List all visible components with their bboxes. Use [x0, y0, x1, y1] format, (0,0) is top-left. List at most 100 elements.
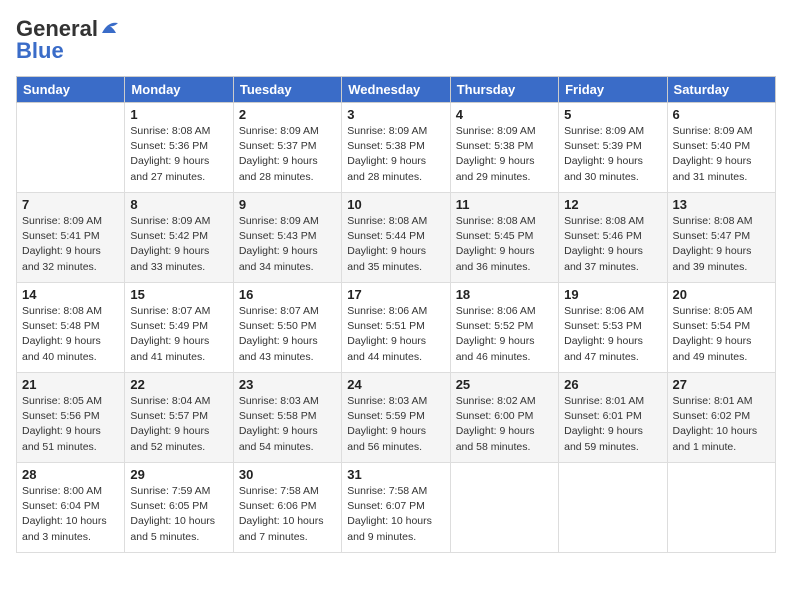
calendar-week-row: 14 Sunrise: 8:08 AMSunset: 5:48 PMDayligh… — [17, 283, 776, 373]
day-info: Sunrise: 8:09 AMSunset: 5:43 PMDaylight:… — [239, 214, 336, 275]
day-number: 4 — [456, 107, 553, 122]
logo: General Blue — [16, 16, 122, 64]
page-header: General Blue — [16, 16, 776, 64]
day-info: Sunrise: 7:58 AMSunset: 6:06 PMDaylight:… — [239, 484, 336, 545]
day-info: Sunrise: 8:07 AMSunset: 5:50 PMDaylight:… — [239, 304, 336, 365]
day-info: Sunrise: 8:09 AMSunset: 5:41 PMDaylight:… — [22, 214, 119, 275]
day-number: 25 — [456, 377, 553, 392]
day-number: 20 — [673, 287, 770, 302]
day-info: Sunrise: 8:09 AMSunset: 5:38 PMDaylight:… — [456, 124, 553, 185]
day-info: Sunrise: 8:08 AMSunset: 5:45 PMDaylight:… — [456, 214, 553, 275]
weekday-header-row: SundayMondayTuesdayWednesdayThursdayFrid… — [17, 77, 776, 103]
weekday-header-saturday: Saturday — [667, 77, 775, 103]
calendar-cell: 25 Sunrise: 8:02 AMSunset: 6:00 PMDayligh… — [450, 373, 558, 463]
calendar-cell: 18 Sunrise: 8:06 AMSunset: 5:52 PMDayligh… — [450, 283, 558, 373]
day-info: Sunrise: 8:06 AMSunset: 5:51 PMDaylight:… — [347, 304, 444, 365]
calendar-cell: 24Sunrise: 8:03 AMSunset: 5:59 PMDayligh… — [342, 373, 450, 463]
day-info: Sunrise: 8:09 AMSunset: 5:39 PMDaylight:… — [564, 124, 661, 185]
day-number: 6 — [673, 107, 770, 122]
day-info: Sunrise: 8:08 AMSunset: 5:48 PMDaylight:… — [22, 304, 119, 365]
calendar-week-row: 21 Sunrise: 8:05 AMSunset: 5:56 PMDayligh… — [17, 373, 776, 463]
weekday-header-monday: Monday — [125, 77, 233, 103]
calendar-cell: 17 Sunrise: 8:06 AMSunset: 5:51 PMDayligh… — [342, 283, 450, 373]
day-number: 7 — [22, 197, 119, 212]
day-info: Sunrise: 8:05 AMSunset: 5:56 PMDaylight:… — [22, 394, 119, 455]
day-number: 24 — [347, 377, 444, 392]
day-number: 17 — [347, 287, 444, 302]
day-number: 18 — [456, 287, 553, 302]
day-info: Sunrise: 8:03 AMSunset: 5:58 PMDaylight:… — [239, 394, 336, 455]
calendar-cell: 11 Sunrise: 8:08 AMSunset: 5:45 PMDayligh… — [450, 193, 558, 283]
calendar-week-row: 1 Sunrise: 8:08 AMSunset: 5:36 PMDaylight… — [17, 103, 776, 193]
day-number: 16 — [239, 287, 336, 302]
day-number: 29 — [130, 467, 227, 482]
day-info: Sunrise: 8:08 AMSunset: 5:36 PMDaylight:… — [130, 124, 227, 185]
calendar-table: SundayMondayTuesdayWednesdayThursdayFrid… — [16, 76, 776, 553]
day-number: 2 — [239, 107, 336, 122]
day-info: Sunrise: 8:02 AMSunset: 6:00 PMDaylight:… — [456, 394, 553, 455]
calendar-cell: 10Sunrise: 8:08 AMSunset: 5:44 PMDayligh… — [342, 193, 450, 283]
calendar-cell — [667, 463, 775, 553]
day-number: 21 — [22, 377, 119, 392]
day-info: Sunrise: 8:09 AMSunset: 5:38 PMDaylight:… — [347, 124, 444, 185]
calendar-cell: 23 Sunrise: 8:03 AMSunset: 5:58 PMDayligh… — [233, 373, 341, 463]
day-number: 15 — [130, 287, 227, 302]
calendar-cell: 28Sunrise: 8:00 AMSunset: 6:04 PMDayligh… — [17, 463, 125, 553]
day-number: 3 — [347, 107, 444, 122]
logo-blue: Blue — [16, 38, 64, 64]
weekday-header-wednesday: Wednesday — [342, 77, 450, 103]
day-info: Sunrise: 8:01 AMSunset: 6:02 PMDaylight:… — [673, 394, 770, 455]
weekday-header-sunday: Sunday — [17, 77, 125, 103]
logo-bird-icon — [100, 19, 122, 37]
calendar-cell: 16 Sunrise: 8:07 AMSunset: 5:50 PMDayligh… — [233, 283, 341, 373]
calendar-cell: 19Sunrise: 8:06 AMSunset: 5:53 PMDayligh… — [559, 283, 667, 373]
day-info: Sunrise: 8:09 AMSunset: 5:37 PMDaylight:… — [239, 124, 336, 185]
day-number: 27 — [673, 377, 770, 392]
day-info: Sunrise: 7:59 AMSunset: 6:05 PMDaylight:… — [130, 484, 227, 545]
calendar-cell: 22Sunrise: 8:04 AMSunset: 5:57 PMDayligh… — [125, 373, 233, 463]
calendar-cell: 15 Sunrise: 8:07 AMSunset: 5:49 PMDayligh… — [125, 283, 233, 373]
day-number: 22 — [130, 377, 227, 392]
day-number: 12 — [564, 197, 661, 212]
calendar-cell: 14 Sunrise: 8:08 AMSunset: 5:48 PMDayligh… — [17, 283, 125, 373]
calendar-cell: 3 Sunrise: 8:09 AMSunset: 5:38 PMDaylight… — [342, 103, 450, 193]
calendar-cell: 27 Sunrise: 8:01 AMSunset: 6:02 PMDayligh… — [667, 373, 775, 463]
calendar-cell — [559, 463, 667, 553]
day-info: Sunrise: 8:09 AMSunset: 5:40 PMDaylight:… — [673, 124, 770, 185]
calendar-cell: 8Sunrise: 8:09 AMSunset: 5:42 PMDaylight… — [125, 193, 233, 283]
calendar-week-row: 28Sunrise: 8:00 AMSunset: 6:04 PMDayligh… — [17, 463, 776, 553]
day-number: 31 — [347, 467, 444, 482]
day-number: 26 — [564, 377, 661, 392]
day-number: 1 — [130, 107, 227, 122]
day-info: Sunrise: 8:08 AMSunset: 5:46 PMDaylight:… — [564, 214, 661, 275]
calendar-cell: 2 Sunrise: 8:09 AMSunset: 5:37 PMDaylight… — [233, 103, 341, 193]
calendar-cell: 21 Sunrise: 8:05 AMSunset: 5:56 PMDayligh… — [17, 373, 125, 463]
day-info: Sunrise: 8:08 AMSunset: 5:44 PMDaylight:… — [347, 214, 444, 275]
calendar-cell: 26 Sunrise: 8:01 AMSunset: 6:01 PMDayligh… — [559, 373, 667, 463]
weekday-header-tuesday: Tuesday — [233, 77, 341, 103]
day-number: 30 — [239, 467, 336, 482]
calendar-cell: 4 Sunrise: 8:09 AMSunset: 5:38 PMDaylight… — [450, 103, 558, 193]
weekday-header-thursday: Thursday — [450, 77, 558, 103]
calendar-cell: 1 Sunrise: 8:08 AMSunset: 5:36 PMDaylight… — [125, 103, 233, 193]
day-number: 23 — [239, 377, 336, 392]
calendar-cell: 13Sunrise: 8:08 AMSunset: 5:47 PMDayligh… — [667, 193, 775, 283]
day-number: 14 — [22, 287, 119, 302]
calendar-cell: 31Sunrise: 7:58 AMSunset: 6:07 PMDayligh… — [342, 463, 450, 553]
day-number: 9 — [239, 197, 336, 212]
calendar-cell: 7 Sunrise: 8:09 AMSunset: 5:41 PMDaylight… — [17, 193, 125, 283]
day-number: 28 — [22, 467, 119, 482]
day-info: Sunrise: 8:06 AMSunset: 5:52 PMDaylight:… — [456, 304, 553, 365]
day-number: 8 — [130, 197, 227, 212]
calendar-cell: 20Sunrise: 8:05 AMSunset: 5:54 PMDayligh… — [667, 283, 775, 373]
day-info: Sunrise: 8:07 AMSunset: 5:49 PMDaylight:… — [130, 304, 227, 365]
calendar-week-row: 7 Sunrise: 8:09 AMSunset: 5:41 PMDaylight… — [17, 193, 776, 283]
calendar-cell: 12 Sunrise: 8:08 AMSunset: 5:46 PMDayligh… — [559, 193, 667, 283]
calendar-cell — [17, 103, 125, 193]
calendar-cell: 5Sunrise: 8:09 AMSunset: 5:39 PMDaylight… — [559, 103, 667, 193]
day-info: Sunrise: 8:01 AMSunset: 6:01 PMDaylight:… — [564, 394, 661, 455]
day-number: 19 — [564, 287, 661, 302]
calendar-cell: 29 Sunrise: 7:59 AMSunset: 6:05 PMDayligh… — [125, 463, 233, 553]
day-number: 11 — [456, 197, 553, 212]
calendar-cell: 30 Sunrise: 7:58 AMSunset: 6:06 PMDayligh… — [233, 463, 341, 553]
